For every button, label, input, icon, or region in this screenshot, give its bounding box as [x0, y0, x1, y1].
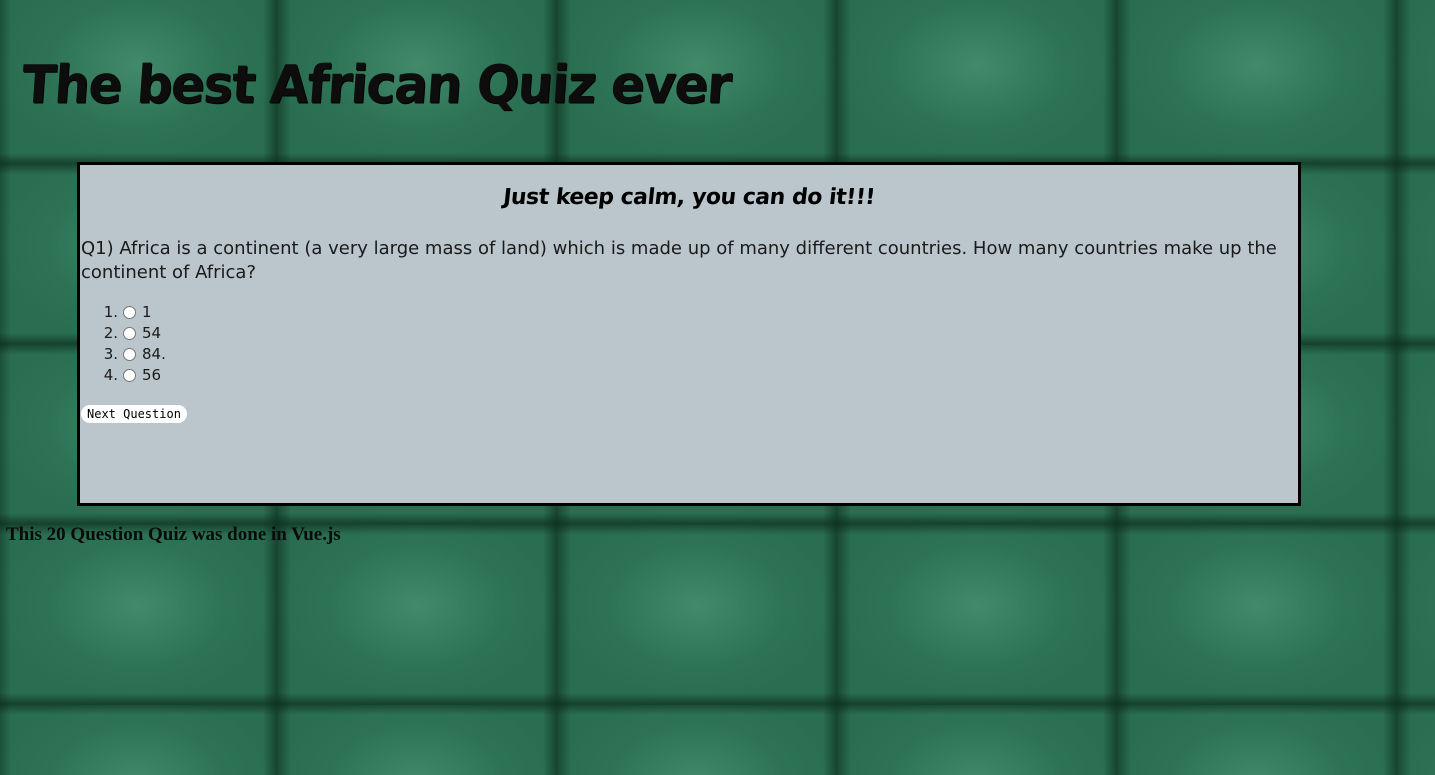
- answer-radio[interactable]: [123, 327, 136, 340]
- next-question-button[interactable]: Next Question: [81, 405, 187, 423]
- question-text: Q1) Africa is a continent (a very large …: [81, 238, 1277, 283]
- answer-number: 4.: [103, 365, 118, 384]
- answer-number: 1.: [103, 302, 118, 321]
- answer-number: 3.: [103, 344, 118, 363]
- answer-label: 54: [142, 323, 162, 342]
- answer-radio[interactable]: [123, 348, 136, 361]
- answer-radio[interactable]: [123, 369, 136, 382]
- answer-label: 56: [142, 365, 162, 384]
- answer-label: 1: [142, 302, 152, 321]
- encouragement-heading: Just keep calm, you can do it!!!: [501, 185, 877, 210]
- answer-list: 1. 1 2. 54 3. 84. 4. 56: [88, 301, 166, 385]
- footer-note: This 20 Question Quiz was done in Vue.js: [6, 524, 341, 545]
- answer-number: 2.: [103, 323, 118, 342]
- answer-item[interactable]: 1. 1: [88, 301, 166, 322]
- page-title: The best African Quiz ever: [19, 54, 733, 115]
- answer-item[interactable]: 2. 54: [88, 322, 166, 343]
- answer-radio[interactable]: [123, 306, 136, 319]
- answer-item[interactable]: 4. 56: [88, 364, 166, 385]
- answer-label: 84.: [142, 344, 166, 363]
- quiz-card: Just keep calm, you can do it!!! Q1) Afr…: [77, 162, 1301, 506]
- answer-item[interactable]: 3. 84.: [88, 343, 166, 364]
